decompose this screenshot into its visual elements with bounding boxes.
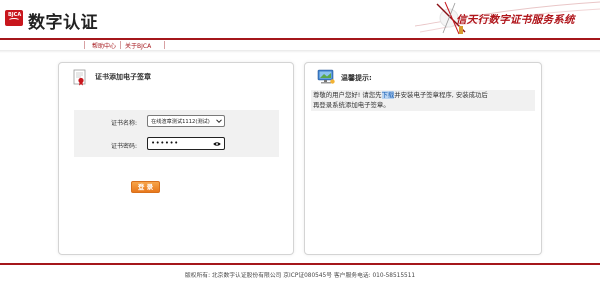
download-link[interactable]: 下载 [381,91,395,99]
slogan: 信天行数字证书服务系统 [456,14,575,26]
certificate-icon [73,69,86,86]
notice-text: 尊敬的用户您好! 请您先下载并安装电子签章程序, 安装成功后 再登录系统添加电子… [313,90,535,110]
login-form: 证书名称: 在线渲章测试1112(测试) 证书密码: •••••• [74,110,279,157]
panel-title-add-signature: 证书添加电子签章 [95,73,151,81]
nav-separator [84,41,85,49]
nav-separator [164,41,165,49]
tips-panel: 温馨提示: 尊敬的用户您好! 请您先下载并安装电子签章程序, 安装成功后 再登录… [304,62,542,255]
add-signature-panel: 证书添加电子签章 证书名称: 在线渲章测试1112(测试) 证书密码: ••••… [58,62,294,255]
cert-password-label: 证书密码: [110,143,137,150]
panel-title-tips: 温馨提示: [341,74,372,82]
nav-separator [120,41,121,49]
brand-title: 数字认证 [28,13,98,33]
nav-item-help-center[interactable]: 帮助中心 [92,41,116,50]
logo-swoosh-icon [8,18,20,23]
cert-name-select[interactable]: 在线渲章测试1112(测试) [147,115,225,127]
login-button[interactable]: 登 录 [131,181,160,193]
header: BJCA 数字认证 信天行数字证书服务系统 [0,0,600,38]
cert-name-label: 证书名称: [110,120,137,127]
password-mask: •••••• [151,139,179,147]
notice-prefix: 尊敬的用户您好! 请您先 [313,91,382,99]
footer-copyright: 版权所有: 北京数字认证股份有限公司 京ICP证080545号 客户服务电话: … [184,273,416,279]
notice-line2: 再登录系统添加电子签章。 [313,101,390,109]
notice-suffix: 并安装电子签章程序, 安装成功后 [394,91,488,99]
top-nav: 帮助中心 关于BJCA [0,38,600,50]
cert-password-input[interactable]: •••••• [147,137,225,150]
chevron-down-icon [216,119,222,124]
monitor-icon [317,69,335,84]
show-password-eye-icon[interactable] [213,141,221,147]
cert-name-selected-value: 在线渲章测试1112(测试) [151,119,210,125]
footer-divider [0,263,600,265]
nav-shadow [0,50,600,53]
nav-item-about-bjca[interactable]: 关于BJCA [125,41,151,50]
bjca-logo[interactable]: BJCA [5,10,23,26]
